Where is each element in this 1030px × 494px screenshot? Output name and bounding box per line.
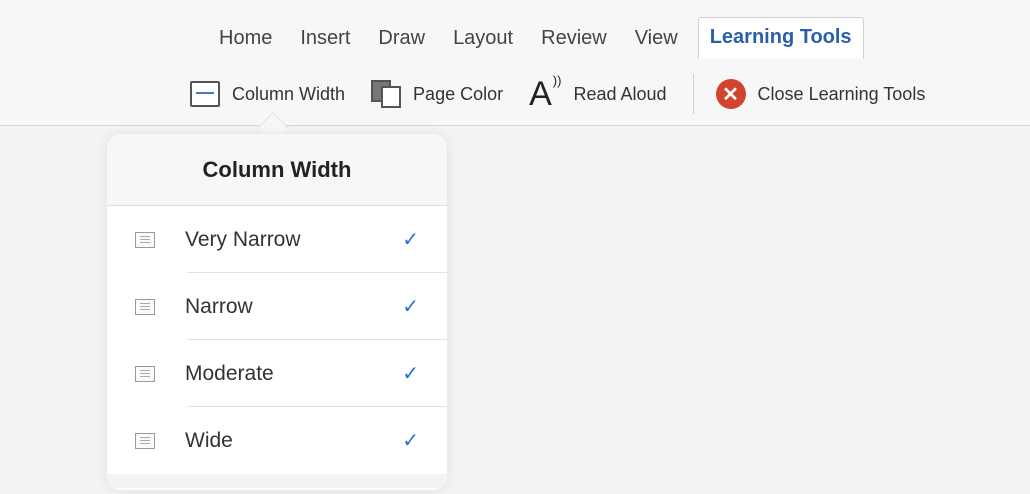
ribbon: Home Insert Draw Layout Review View Lear…	[0, 0, 1030, 126]
column-icon	[135, 231, 155, 248]
column-width-popover: Column Width Very Narrow ✓ Narrow ✓ Mode…	[107, 134, 447, 490]
tab-draw[interactable]: Draw	[364, 17, 439, 60]
tab-view[interactable]: View	[621, 17, 692, 60]
close-learning-tools-button[interactable]: ✕ Close Learning Tools	[692, 74, 926, 114]
checkmark-icon: ✓	[402, 229, 419, 251]
checkmark-icon: ✓	[402, 363, 419, 385]
option-very-narrow[interactable]: Very Narrow ✓	[107, 206, 447, 273]
tab-insert[interactable]: Insert	[286, 17, 364, 60]
tab-review[interactable]: Review	[527, 17, 621, 60]
read-aloud-button[interactable]: A)) Read Aloud	[529, 72, 667, 113]
option-wide[interactable]: Wide ✓	[107, 407, 447, 474]
column-icon	[135, 298, 155, 315]
tab-layout[interactable]: Layout	[439, 17, 527, 60]
close-learning-tools-label: Close Learning Tools	[757, 83, 926, 104]
read-aloud-icon: A))	[529, 72, 562, 113]
option-label: Moderate	[185, 361, 274, 385]
column-icon	[135, 432, 155, 449]
close-icon: ✕	[715, 79, 746, 109]
tab-learning-tools[interactable]: Learning Tools	[697, 17, 864, 59]
popover-title: Column Width	[107, 134, 447, 206]
option-label: Wide	[185, 428, 233, 452]
option-label: Narrow	[185, 294, 253, 318]
checkmark-icon: ✓	[402, 296, 419, 318]
learning-tools-toolbar: Column Width Page Color A)) Read Aloud ✕…	[190, 72, 925, 116]
popover-footer	[107, 474, 447, 488]
ribbon-tabs: Home Insert Draw Layout Review View Lear…	[205, 14, 864, 62]
checkmark-icon: ✓	[402, 430, 419, 452]
page-color-label: Page Color	[413, 83, 504, 104]
page-color-button[interactable]: Page Color	[371, 80, 503, 108]
page-color-icon	[371, 80, 402, 108]
column-width-button[interactable]: Column Width	[190, 81, 345, 107]
option-moderate[interactable]: Moderate ✓	[107, 340, 447, 407]
option-label: Very Narrow	[185, 227, 301, 251]
read-aloud-label: Read Aloud	[573, 83, 667, 104]
option-narrow[interactable]: Narrow ✓	[107, 273, 447, 340]
column-width-label: Column Width	[232, 83, 346, 104]
tab-home[interactable]: Home	[205, 17, 286, 60]
column-icon	[135, 365, 155, 382]
column-width-icon	[190, 81, 220, 107]
